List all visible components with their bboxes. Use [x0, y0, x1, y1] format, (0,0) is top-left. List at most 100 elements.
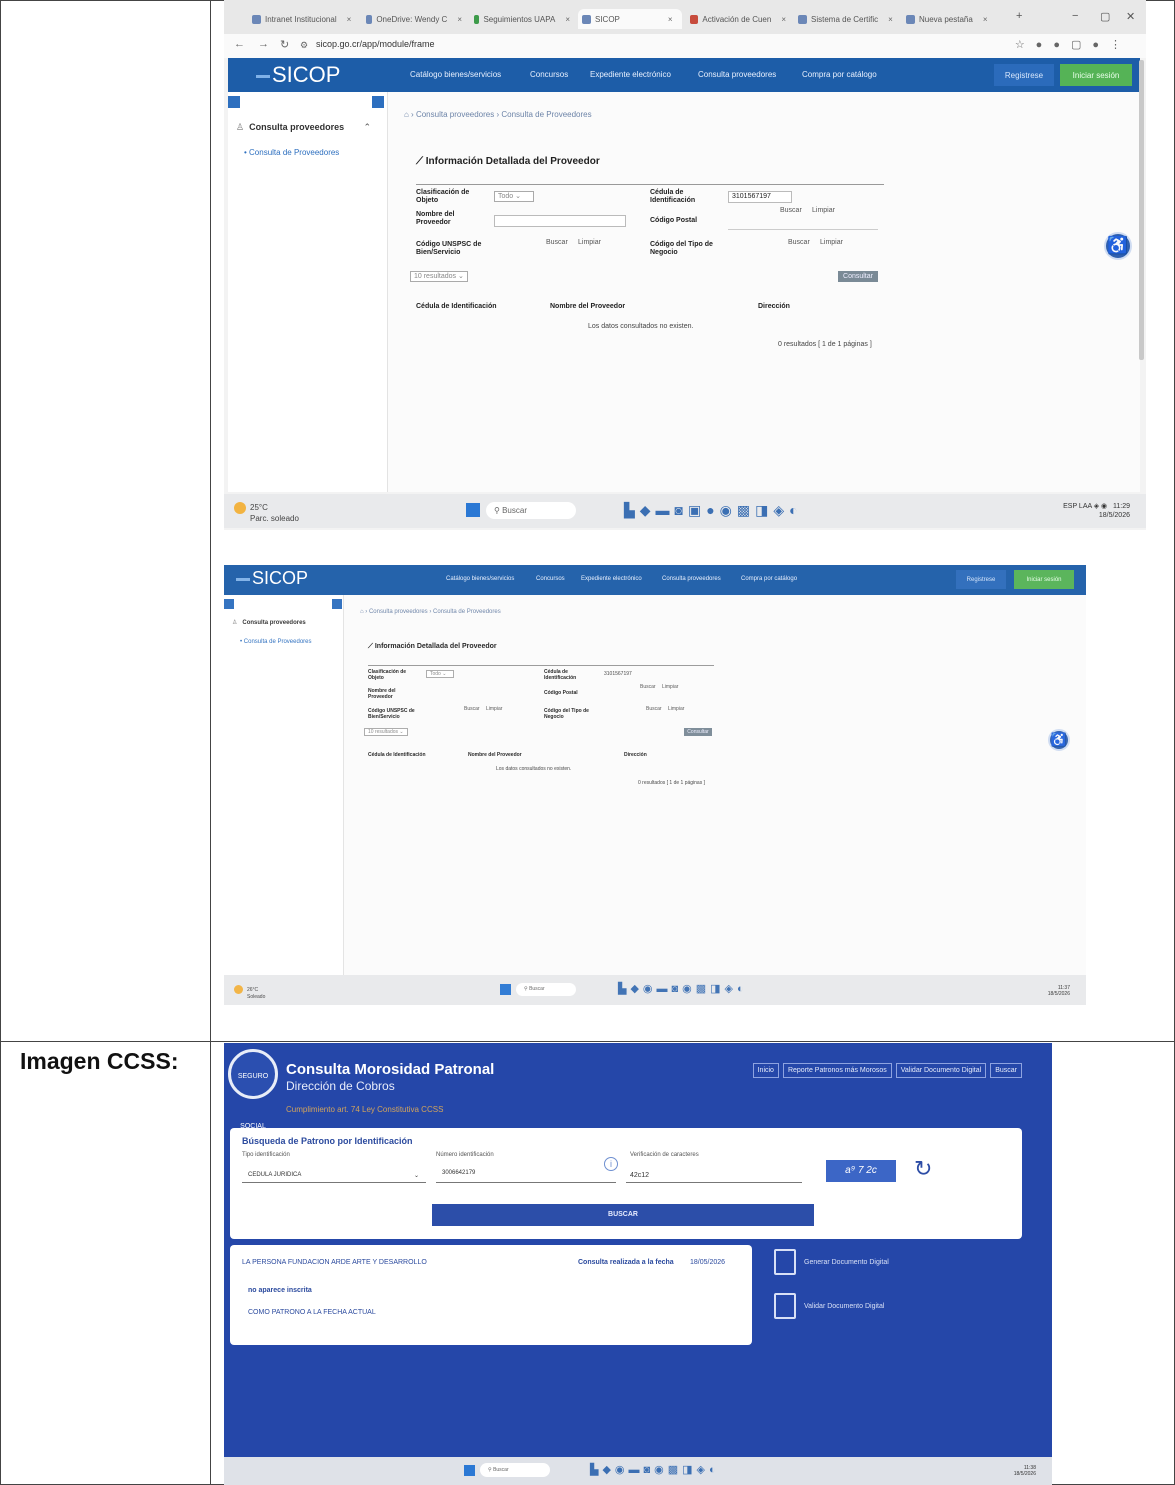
site-info-icon[interactable]: ⚙: [300, 40, 308, 51]
browser-tab-active[interactable]: SICOP ×: [578, 9, 682, 29]
taskbar-search[interactable]: ⚲ Buscar: [486, 502, 576, 519]
taskbar-search[interactable]: ⚲ Buscar: [516, 983, 576, 996]
sicop-logo[interactable]: SICOP: [236, 568, 308, 589]
page-size-select[interactable]: 10 resultados ⌄: [364, 728, 408, 736]
nav-reporte-morosos[interactable]: Reporte Patronos más Morosos: [782, 1063, 892, 1078]
cedula-input[interactable]: 3101567197: [604, 671, 632, 677]
taskbar-search[interactable]: ⚲ Buscar: [480, 1463, 550, 1477]
refresh-icon[interactable]: ↻: [914, 1156, 932, 1182]
system-tray[interactable]: 11:37 18/5/2026: [1048, 985, 1070, 997]
menu-consulta-proveedores[interactable]: Consulta proveedores: [698, 70, 776, 79]
browser-tab[interactable]: Activación de Cuen ×: [686, 9, 790, 29]
limpiar-unspsc-link[interactable]: Limpiar: [578, 239, 601, 246]
sidebar-collapse-button[interactable]: [224, 599, 234, 609]
buscar-unspsc-link[interactable]: Buscar: [464, 706, 480, 712]
menu-catalogo[interactable]: Catálogo bienes/servicios: [446, 576, 514, 582]
menu-compra-catalogo[interactable]: Compra por catálogo: [741, 576, 797, 582]
numero-identificacion-input[interactable]: 3006642179: [442, 1170, 475, 1176]
forward-icon[interactable]: →: [258, 38, 269, 50]
menu-compra-catalogo[interactable]: Compra por catálogo: [802, 70, 877, 79]
buscar-tipo-link[interactable]: Buscar: [646, 706, 662, 712]
menu-expediente[interactable]: Expediente electrónico: [581, 576, 642, 582]
page-size-select[interactable]: 10 resultados ⌄: [410, 271, 468, 282]
menu-concursos[interactable]: Concursos: [530, 70, 568, 79]
clasificacion-select[interactable]: Todo ⌄: [494, 191, 534, 202]
scrollbar[interactable]: [1139, 60, 1144, 360]
close-icon[interactable]: ×: [668, 15, 673, 24]
sidebar-item-consulta-proveedores[interactable]: • Consulta de Proveedores: [240, 639, 312, 645]
reload-icon[interactable]: ↻: [280, 38, 289, 51]
chevron-up-icon[interactable]: ⌃: [363, 122, 371, 133]
cedula-input[interactable]: 3101567197: [728, 191, 792, 203]
taskbar-app-icons[interactable]: ▙◆▬◙▣●◉▩◨◈◐: [624, 502, 803, 519]
menu-catalogo[interactable]: Catálogo bienes/servicios: [410, 70, 501, 79]
close-icon[interactable]: ×: [983, 15, 988, 24]
accessibility-icon[interactable]: ♿: [1048, 729, 1070, 751]
buscar-cedula-link[interactable]: Buscar: [640, 684, 656, 690]
validar-documento-button[interactable]: Validar Documento Digital: [774, 1293, 884, 1319]
windows-start-icon[interactable]: [464, 1465, 475, 1476]
buscar-button[interactable]: BUSCAR: [432, 1204, 814, 1226]
taskbar-app-icons[interactable]: ▙◆◉▬◙◉▩◨◈◐: [590, 1463, 720, 1476]
sicop-logo[interactable]: SICOP: [256, 62, 340, 88]
menu-consulta-proveedores[interactable]: Consulta proveedores: [662, 576, 721, 582]
buscar-unspsc-link[interactable]: Buscar: [546, 239, 568, 246]
close-icon[interactable]: ×: [457, 15, 462, 24]
sidebar-toggle-button[interactable]: [372, 96, 384, 108]
windows-start-icon[interactable]: [500, 984, 511, 995]
taskbar-app-icons[interactable]: ▙◆◉▬◙◉▩◨◈◐: [618, 982, 748, 995]
nav-inicio[interactable]: Inicio: [752, 1063, 779, 1078]
nav-validar-documento[interactable]: Validar Documento Digital: [895, 1063, 987, 1078]
accessibility-icon[interactable]: ♿: [1104, 232, 1132, 260]
nombre-input[interactable]: [494, 215, 626, 227]
browser-tab[interactable]: Seguimientos UAPA ×: [470, 9, 574, 29]
close-icon[interactable]: ×: [888, 15, 893, 24]
limpiar-tipo-link[interactable]: Limpiar: [820, 239, 843, 246]
browser-tab[interactable]: Sistema de Certific ×: [794, 9, 898, 29]
browser-tab[interactable]: Nueva pestaña ×: [902, 9, 1006, 29]
system-tray[interactable]: 11:38 18/5/2026: [1014, 1465, 1036, 1477]
close-icon[interactable]: ×: [781, 15, 786, 24]
generar-documento-button[interactable]: Generar Documento Digital: [774, 1249, 889, 1275]
menu-expediente[interactable]: Expediente electrónico: [590, 70, 671, 79]
limpiar-unspsc-link[interactable]: Limpiar: [486, 706, 502, 712]
maximize-icon[interactable]: ▢: [1100, 10, 1110, 23]
info-icon[interactable]: i: [604, 1157, 618, 1171]
login-button[interactable]: Iniciar sesión: [1060, 64, 1132, 86]
clasificacion-select[interactable]: Todo ⌄: [426, 670, 454, 678]
close-icon[interactable]: ×: [565, 15, 570, 24]
consultar-button[interactable]: Consultar: [684, 728, 712, 736]
sidebar-section-consulta[interactable]: ♙ Consulta proveedores: [232, 619, 306, 626]
sidebar-item-consulta-proveedores[interactable]: • Consulta de Proveedores: [244, 148, 339, 157]
limpiar-tipo-link[interactable]: Limpiar: [668, 706, 684, 712]
register-button[interactable]: Registrese: [956, 570, 1006, 589]
tipo-identificacion-select[interactable]: CEDULA JURIDICA: [248, 1172, 301, 1178]
sidebar-toggle-button[interactable]: [332, 599, 342, 609]
menu-concursos[interactable]: Concursos: [536, 576, 565, 582]
consultar-button[interactable]: Consultar: [838, 271, 878, 282]
minimize-icon[interactable]: −: [1072, 10, 1078, 22]
login-button[interactable]: Iniciar sesión: [1014, 570, 1074, 589]
close-icon[interactable]: ×: [347, 15, 352, 24]
new-tab-icon[interactable]: +: [1016, 10, 1022, 22]
system-tray[interactable]: ESP LAA ◈ ◉ 11:29 18/5/2026: [1063, 502, 1130, 520]
limpiar-cedula-link[interactable]: Limpiar: [812, 207, 835, 214]
windows-start-icon[interactable]: [466, 503, 480, 517]
buscar-tipo-link[interactable]: Buscar: [788, 239, 810, 246]
weather-widget[interactable]: 26°C Soleado: [234, 985, 265, 1000]
register-button[interactable]: Registrese: [994, 64, 1054, 86]
chevron-down-icon[interactable]: ⌄: [414, 1172, 419, 1179]
toolbar-icons[interactable]: ☆●●▢●⋮: [1015, 38, 1132, 51]
browser-tab[interactable]: Intranet Institucional ×: [248, 9, 358, 29]
url-field[interactable]: sicop.go.cr/app/module/frame: [316, 39, 435, 49]
buscar-cedula-link[interactable]: Buscar: [780, 207, 802, 214]
postal-input[interactable]: [728, 229, 878, 230]
sidebar-collapse-button[interactable]: [228, 96, 240, 108]
limpiar-cedula-link[interactable]: Limpiar: [662, 684, 678, 690]
sidebar-section-consulta[interactable]: ♙ Consulta proveedores: [236, 122, 344, 133]
nav-buscar[interactable]: Buscar: [990, 1063, 1022, 1078]
back-icon[interactable]: ←: [234, 38, 245, 50]
verificacion-input[interactable]: 42c12: [630, 1172, 649, 1179]
close-window-icon[interactable]: ✕: [1126, 10, 1135, 23]
browser-tab[interactable]: OneDrive: Wendy C ×: [362, 9, 466, 29]
